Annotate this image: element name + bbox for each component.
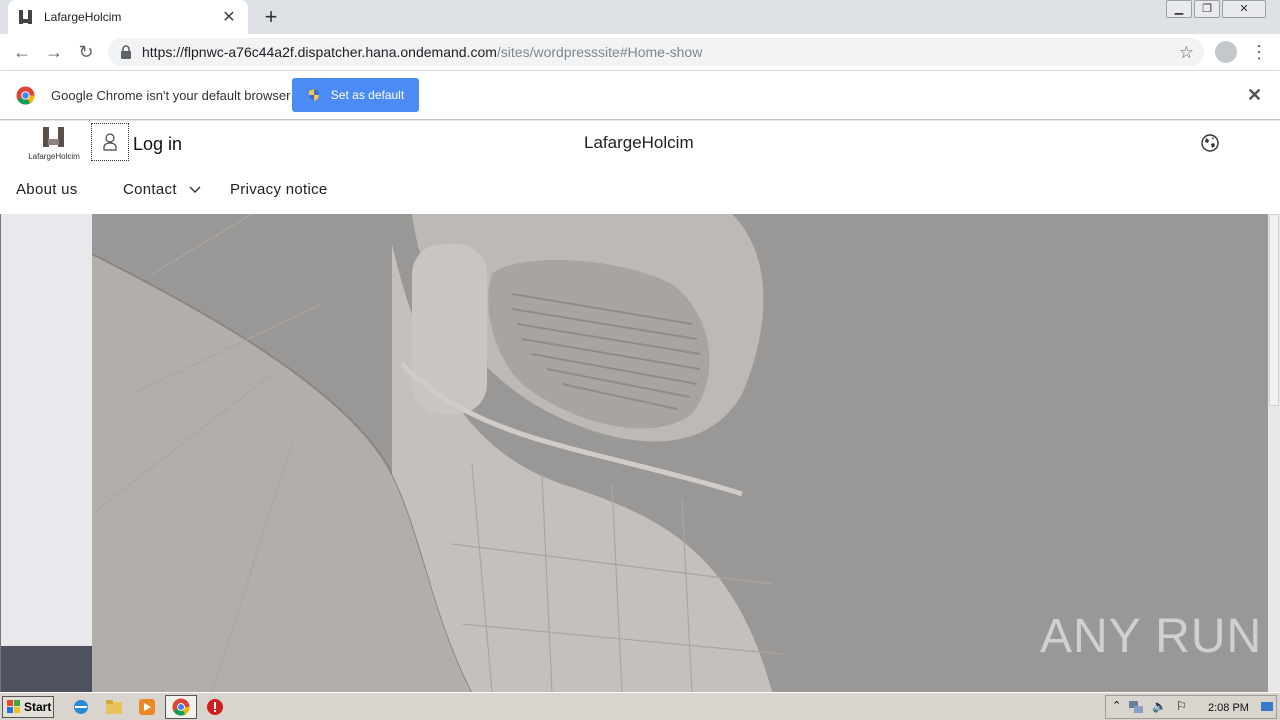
stop-icon[interactable] — [206, 698, 224, 716]
tab-strip: LafargeHolcim ✕ + ▁ ❐ ✕ — [0, 0, 1280, 34]
file-explorer-icon[interactable] — [105, 698, 123, 716]
lafargeholcim-logo[interactable]: LafargeHolcim — [26, 125, 82, 161]
site-title: LafargeHolcim — [584, 133, 694, 152]
windows-logo-icon — [7, 700, 20, 713]
scrollbar-thumb[interactable] — [1269, 214, 1279, 406]
forward-icon[interactable]: → — [42, 40, 66, 64]
show-desktop-icon[interactable] — [1260, 700, 1274, 714]
window-controls: ▁ ❐ ✕ — [1164, 0, 1266, 18]
internet-explorer-icon[interactable] — [72, 698, 90, 716]
hero-section: ANY RUN — [0, 214, 1280, 692]
lock-icon — [121, 45, 131, 59]
default-browser-infobar: Google Chrome isn't your default browser… — [0, 71, 1280, 120]
minimize-button[interactable]: ▁ — [1166, 0, 1192, 18]
network-icon[interactable] — [1128, 700, 1144, 714]
chevron-down-icon — [189, 186, 201, 194]
action-center-flag-icon[interactable]: ⚐ — [1176, 699, 1187, 713]
logo-text: LafargeHolcim — [28, 152, 80, 161]
set-as-default-label: Set as default — [330, 88, 405, 102]
infobar-close-icon[interactable]: ✕ — [1247, 85, 1262, 106]
new-tab-button[interactable]: + — [258, 4, 284, 30]
globe-icon[interactable] — [1200, 133, 1220, 153]
bookmark-star-icon[interactable]: ☆ — [1179, 43, 1194, 63]
nav-about-us[interactable]: About us — [16, 181, 78, 198]
chrome-taskbar-icon — [172, 698, 190, 716]
chrome-logo-icon — [16, 86, 35, 105]
nav-contact-label: Contact — [123, 181, 177, 198]
profile-avatar-icon[interactable] — [1215, 41, 1237, 63]
hero-side-panel — [0, 214, 93, 692]
url-host: https://flpnwc-a76c44a2f.dispatcher.hana… — [142, 44, 497, 60]
address-bar[interactable]: https://flpnwc-a76c44a2f.dispatcher.hana… — [108, 38, 1204, 66]
lafargeholcim-favicon-icon — [19, 10, 32, 24]
system-tray: ⌃ 🔈 ⚐ 2:08 PM — [1105, 695, 1277, 719]
anyrun-watermark: ANY RUN — [1040, 610, 1263, 663]
tab-close-icon[interactable]: ✕ — [220, 7, 238, 27]
start-label: Start — [24, 700, 52, 714]
hero-side-panel-footer — [1, 646, 93, 692]
chrome-menu-icon[interactable]: ⋮ — [1250, 40, 1268, 64]
tray-expand-icon[interactable]: ⌃ — [1112, 699, 1121, 712]
page-scrollbar[interactable] — [1268, 214, 1280, 692]
taskbar-clock[interactable]: 2:08 PM — [1208, 702, 1249, 714]
nav-privacy-notice[interactable]: Privacy notice — [230, 181, 328, 198]
nav-contact[interactable]: Contact — [123, 181, 201, 198]
login-label[interactable]: Log in — [133, 134, 182, 155]
browser-tab[interactable]: LafargeHolcim ✕ — [8, 0, 248, 34]
site-header: LafargeHolcim Log in LafargeHolcim About… — [0, 121, 1280, 214]
windows-taskbar: Start ⌃ 🔈 ⚐ 2:08 PM — [0, 692, 1280, 720]
infobar-message: Google Chrome isn't your default browser — [51, 88, 291, 103]
start-button[interactable]: Start — [2, 696, 54, 718]
restore-button[interactable]: ❐ — [1194, 0, 1220, 18]
media-player-icon[interactable] — [138, 698, 156, 716]
close-window-button[interactable]: ✕ — [1222, 0, 1266, 18]
back-icon[interactable]: ← — [10, 40, 34, 64]
reload-icon[interactable]: ↻ — [74, 40, 98, 64]
login-button[interactable] — [91, 123, 129, 161]
url-path: /sites/wordpresssite#Home-show — [496, 44, 703, 60]
volume-icon[interactable]: 🔈 — [1152, 699, 1167, 713]
set-as-default-button[interactable]: Set as default — [292, 78, 419, 112]
browser-toolbar: ← → ↻ https://flpnwc-a76c44a2f.dispatche… — [0, 34, 1280, 71]
user-icon — [103, 133, 117, 151]
tab-title: LafargeHolcim — [44, 10, 122, 24]
taskbar-chrome-active[interactable] — [165, 695, 197, 719]
shield-icon — [308, 89, 319, 101]
